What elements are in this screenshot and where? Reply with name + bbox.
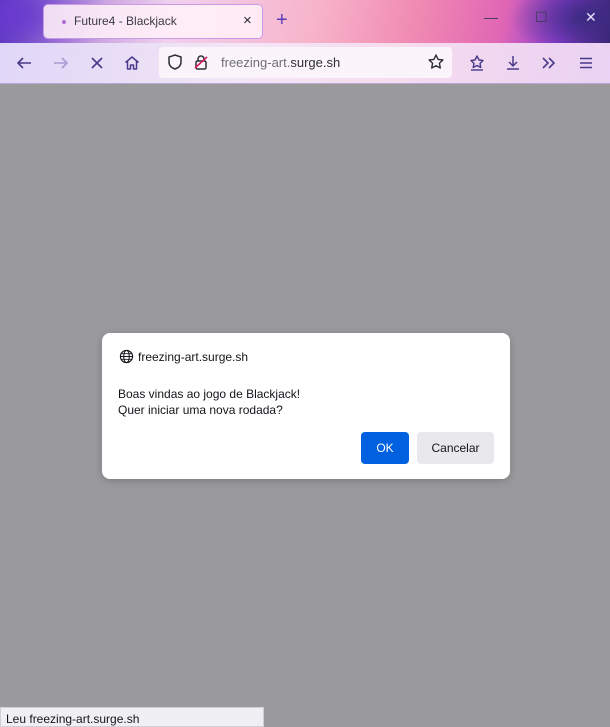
dialog-message-line1: Boas vindas ao jogo de Blackjack!: [118, 387, 301, 401]
ok-button[interactable]: OK: [361, 432, 409, 464]
url-text[interactable]: freezing-art.surge.sh: [221, 55, 340, 70]
confirm-dialog: freezing-art.surge.sh Boas vindas ao jog…: [102, 333, 510, 479]
home-icon: [125, 56, 139, 70]
forward-icon: [54, 57, 69, 69]
forward-button[interactable]: [50, 52, 72, 74]
status-bar: Leu freezing-art.surge.sh: [0, 707, 264, 727]
overflow-icon: [542, 57, 556, 69]
tab-blackjack[interactable]: Future4 - Blackjack ×: [43, 4, 263, 39]
menu-icon: [580, 57, 592, 69]
globe-icon: [119, 349, 134, 364]
tab-title: Future4 - Blackjack: [74, 14, 177, 28]
url-bar[interactable]: freezing-art.surge.sh: [159, 47, 452, 78]
dialog-message-line2: Quer iniciar uma nova rodada?: [118, 403, 283, 417]
menu-button[interactable]: [575, 52, 597, 74]
minimize-button[interactable]: —: [484, 9, 498, 25]
stop-button[interactable]: [86, 52, 108, 74]
downloads-button[interactable]: [502, 52, 524, 74]
download-icon: [507, 56, 519, 70]
shield-icon[interactable]: [166, 53, 184, 76]
maximize-button[interactable]: ☐: [535, 9, 548, 26]
tab-close-icon[interactable]: ×: [243, 12, 252, 30]
nav-bar: freezing-art.surge.sh: [0, 43, 610, 84]
title-bar: Future4 - Blackjack × + — ☐ ✕: [0, 0, 610, 43]
bookmark-star-icon[interactable]: [427, 53, 445, 76]
close-window-button[interactable]: ✕: [585, 9, 597, 26]
overflow-button[interactable]: [538, 52, 560, 74]
url-host-main: surge.sh: [290, 55, 341, 70]
lock-icon[interactable]: [192, 53, 210, 76]
tab-loading-dot: [62, 20, 66, 24]
back-icon: [16, 57, 31, 69]
dialog-origin: freezing-art.surge.sh: [138, 350, 249, 364]
url-host-prefix: freezing-art.: [221, 55, 291, 70]
back-button[interactable]: [13, 52, 35, 74]
home-button[interactable]: [121, 52, 143, 74]
pocket-button[interactable]: [466, 52, 488, 74]
stop-icon: [91, 57, 103, 69]
cancel-button[interactable]: Cancelar: [417, 432, 494, 464]
new-tab-button[interactable]: +: [276, 8, 288, 32]
pocket-icon: [470, 55, 484, 71]
dialog-message: Boas vindas ao jogo de Blackjack! Quer i…: [118, 386, 300, 418]
